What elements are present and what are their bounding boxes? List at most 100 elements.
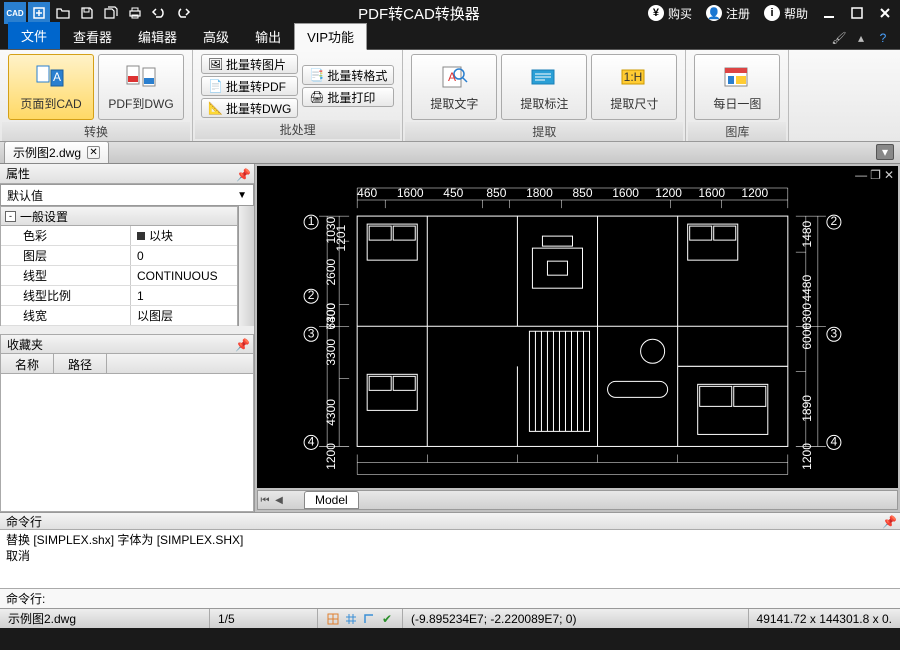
menubar: 文件 查看器 编辑器 高级 输出 VIP功能 🖌 ▴ ? [0, 26, 900, 50]
help-link[interactable]: i帮助 [760, 5, 812, 22]
brush-status-icon[interactable]: ✔ [380, 612, 394, 626]
batch-print-button[interactable]: 🖨批量打印 [302, 87, 394, 107]
property-value: 0 [131, 249, 237, 263]
page-to-cad-icon: A [35, 63, 67, 91]
svg-text:460: 460 [357, 186, 377, 200]
page-to-cad-button[interactable]: A 页面到CAD [8, 54, 94, 120]
property-value: 1 [131, 289, 237, 303]
document-tab[interactable]: 示例图2.dwg ✕ [4, 141, 109, 163]
extract-dims-icon: 1:H [618, 63, 650, 91]
property-row[interactable]: 色彩以块 [1, 226, 237, 246]
svg-text:6000: 6000 [800, 323, 814, 350]
collapse-icon[interactable]: - [5, 211, 16, 222]
close-button[interactable] [874, 2, 896, 24]
svg-text:1201: 1201 [334, 224, 348, 251]
property-key: 图层 [1, 246, 131, 265]
ribbon-group-extract: A提取文字 提取标注 1:H提取尺寸 提取 [403, 50, 686, 141]
extract-dims-button[interactable]: 1:H提取尺寸 [591, 54, 677, 120]
property-row[interactable]: 线宽以图层 [1, 306, 237, 326]
canvas-minimize-icon[interactable]: — [855, 168, 867, 182]
model-tab[interactable]: Model [304, 491, 359, 509]
extract-text-button[interactable]: A提取文字 [411, 54, 497, 120]
batch-img-button[interactable]: 🖼批量转图片 [201, 54, 298, 74]
batch-dwg-button[interactable]: 📐批量转DWG [201, 98, 298, 118]
svg-text:3300: 3300 [324, 339, 338, 366]
dwg-icon: 📐 [208, 101, 222, 115]
status-coords: (-9.895234E7; -2.220089E7; 0) [403, 609, 749, 628]
tab-advanced[interactable]: 高级 [190, 23, 242, 49]
property-value: CONTINUOUS [131, 269, 237, 283]
status-dims: 49141.72 x 144301.8 x 0. [749, 609, 900, 628]
tab-file[interactable]: 文件 [8, 22, 60, 49]
maximize-button[interactable] [846, 2, 868, 24]
info-icon: i [764, 5, 780, 21]
extract-annot-button[interactable]: 提取标注 [501, 54, 587, 120]
tab-editor[interactable]: 编辑器 [125, 23, 190, 49]
ribbon: A 页面到CAD PDF到DWG 转换 🖼批量转图片 📄批量转PDF 📐批量转D… [0, 50, 900, 142]
pin-icon[interactable]: 📌 [882, 515, 894, 527]
open-icon[interactable] [52, 2, 74, 24]
buy-link[interactable]: ¥购买 [644, 5, 696, 22]
help-small-icon[interactable]: ? [874, 29, 892, 47]
print-icon[interactable] [124, 2, 146, 24]
favorites-columns: 名称 路径 [0, 354, 254, 374]
svg-text:1600: 1600 [612, 186, 639, 200]
tab-output[interactable]: 输出 [242, 23, 294, 49]
image-icon: 🖼 [208, 57, 222, 71]
property-row[interactable]: 线型CONTINUOUS [1, 266, 237, 286]
minimize-button[interactable] [818, 2, 840, 24]
brush-icon[interactable]: 🖌 [830, 29, 848, 47]
svg-text:4: 4 [308, 434, 315, 448]
default-combo[interactable]: 默认值▼ [0, 184, 254, 206]
yen-icon: ¥ [648, 5, 664, 21]
commandline-header: 命令行 📌 [0, 512, 900, 530]
general-settings-header[interactable]: - 一般设置 [0, 206, 238, 226]
pin-icon[interactable]: 📌 [235, 338, 247, 350]
svg-text:A: A [53, 70, 61, 84]
property-row[interactable]: 线型比例1 [1, 286, 237, 306]
scrollbar[interactable] [238, 206, 254, 326]
favorites-col-path[interactable]: 路径 [54, 354, 107, 373]
new-icon[interactable] [28, 2, 50, 24]
canvas-restore-icon[interactable]: ❐ [870, 168, 881, 182]
property-key: 色彩 [1, 226, 131, 245]
favorites-col-name[interactable]: 名称 [1, 354, 54, 373]
commandline-line: 替换 [SIMPLEX.shx] 字体为 [SIMPLEX.SHX] [6, 532, 894, 548]
grid-icon[interactable] [344, 612, 358, 626]
save-icon[interactable] [76, 2, 98, 24]
svg-text:4480: 4480 [800, 275, 814, 302]
svg-text:1890: 1890 [800, 395, 814, 422]
svg-text:1480: 1480 [800, 220, 814, 247]
save-all-icon[interactable] [100, 2, 122, 24]
ribbon-group-library: 每日一图 图库 [686, 50, 789, 141]
canvas-close-icon[interactable]: ✕ [884, 168, 894, 182]
pin-icon[interactable]: 📌 [236, 168, 248, 180]
svg-text:2600: 2600 [324, 258, 338, 285]
chevron-up-icon[interactable]: ▴ [852, 29, 870, 47]
batch-pdf-button[interactable]: 📄批量转PDF [201, 76, 298, 96]
undo-icon[interactable] [148, 2, 170, 24]
close-tab-icon[interactable]: ✕ [87, 146, 100, 159]
redo-icon[interactable] [172, 2, 194, 24]
format-icon: 📑 [309, 68, 323, 82]
svg-text:1200: 1200 [655, 186, 682, 200]
tab-viewer[interactable]: 查看器 [60, 23, 125, 49]
svg-text:A: A [448, 70, 456, 84]
prev-icon[interactable]: ◀ [272, 495, 286, 506]
first-icon[interactable]: ⏮ [258, 495, 272, 506]
batch-format-button[interactable]: 📑批量转格式 [302, 65, 394, 85]
tabs-dropdown[interactable]: ▾ [876, 144, 894, 160]
svg-text:6300: 6300 [324, 303, 338, 330]
properties-header: 属性 📌 [0, 164, 254, 184]
property-row[interactable]: 图层0 [1, 246, 237, 266]
commandline-line: 取消 [6, 548, 894, 564]
daily-image-button[interactable]: 每日一图 [694, 54, 780, 120]
drawing-canvas[interactable]: — ❐ ✕ [257, 166, 898, 488]
property-key: 线型比例 [1, 286, 131, 305]
snap-icon[interactable] [326, 612, 340, 626]
pdf-to-dwg-button[interactable]: PDF到DWG [98, 54, 184, 120]
tab-vip[interactable]: VIP功能 [294, 23, 367, 50]
ortho-icon[interactable] [362, 612, 376, 626]
register-link[interactable]: 👤注册 [702, 5, 754, 22]
commandline-input[interactable]: 命令行: [0, 588, 900, 608]
